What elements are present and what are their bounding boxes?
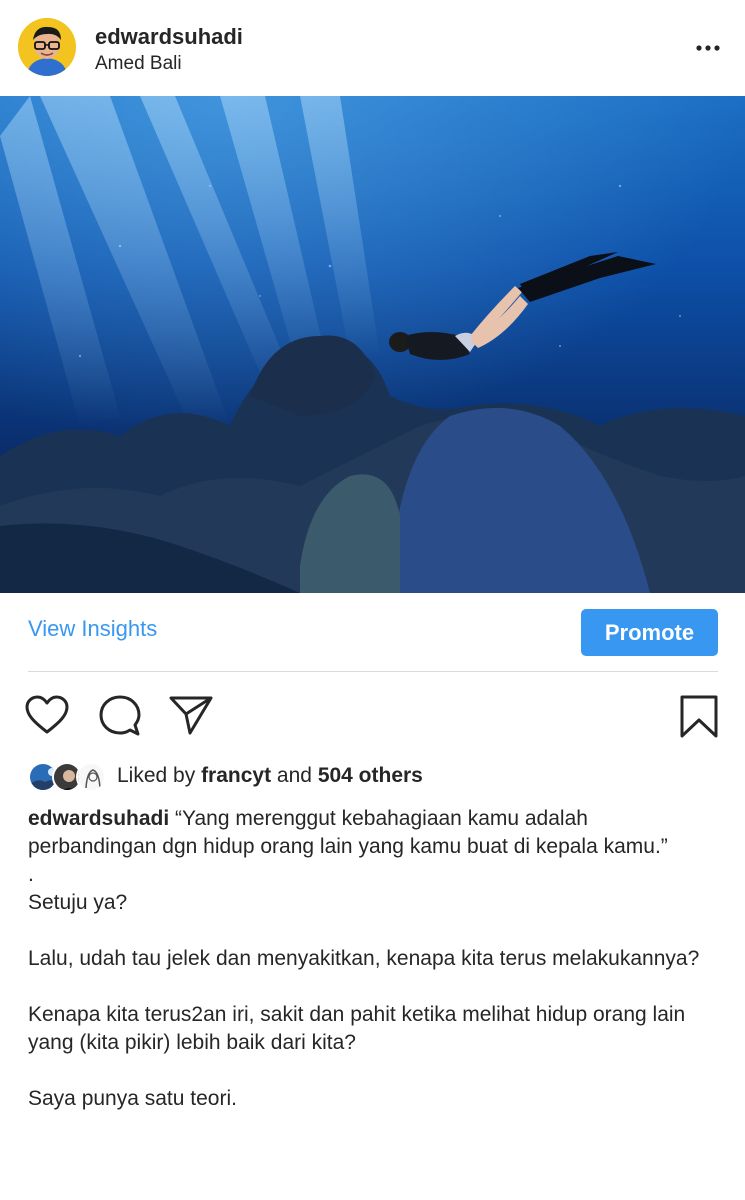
likes-prefix: Liked by: [117, 764, 202, 787]
caption-line: Lalu, udah tau jelek dan menyakitkan, ke…: [28, 947, 700, 970]
likes-text: Liked by francyt and 504 others: [117, 764, 423, 788]
comment-icon[interactable]: [98, 694, 142, 743]
likes-row: Liked by francyt and 504 others: [28, 760, 728, 796]
view-insights-link[interactable]: View Insights: [28, 616, 157, 642]
post-caption: edwardsuhadi “Yang merenggut kebahagiaan…: [28, 805, 718, 1113]
send-icon[interactable]: [168, 694, 214, 741]
insights-bar: View Insights Promote: [0, 593, 745, 673]
post-username[interactable]: edwardsuhadi: [95, 24, 243, 50]
more-horizontal-icon[interactable]: [695, 36, 721, 60]
post-location[interactable]: Amed Bali: [95, 53, 182, 75]
caption-username[interactable]: edwardsuhadi: [28, 807, 169, 830]
post-photo[interactable]: [0, 96, 745, 593]
promote-button[interactable]: Promote: [581, 609, 718, 656]
divider: [28, 671, 718, 672]
bookmark-icon[interactable]: [678, 694, 720, 745]
caption-line: Setuju ya?: [28, 891, 128, 914]
liker-avatar[interactable]: [76, 762, 106, 792]
likes-count[interactable]: 504 others: [318, 764, 423, 787]
liker-username[interactable]: francyt: [201, 764, 271, 787]
avatar[interactable]: [18, 18, 76, 76]
caption-dot: .: [28, 863, 34, 886]
likes-middle: and: [271, 764, 318, 787]
caption-line: Kenapa kita terus2an iri, sakit dan pahi…: [28, 1003, 686, 1054]
post-header: edwardsuhadi Amed Bali: [0, 0, 745, 96]
caption-line: Saya punya satu teori.: [28, 1087, 237, 1110]
post-actions: [0, 686, 745, 746]
heart-icon[interactable]: [24, 694, 70, 741]
